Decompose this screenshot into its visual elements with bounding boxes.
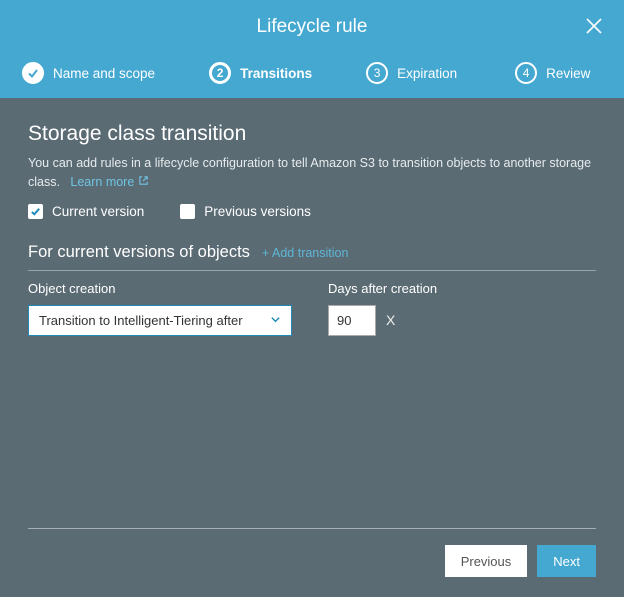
object-creation-column: Object creation Transition to Intelligen… (28, 281, 292, 336)
modal-footer: Previous Next (28, 528, 596, 597)
days-input[interactable] (328, 305, 376, 336)
subsection-title: For current versions of objects (28, 243, 250, 262)
step-number: 3 (366, 62, 388, 84)
close-icon (584, 23, 604, 40)
column-label: Days after creation (328, 281, 437, 296)
checkbox-label: Previous versions (204, 204, 311, 219)
section-title: Storage class transition (28, 122, 596, 146)
current-version-checkbox[interactable]: Current version (28, 204, 144, 219)
learn-more-label: Learn more (70, 173, 134, 192)
select-value: Transition to Intelligent-Tiering after (39, 313, 243, 328)
days-after-column: Days after creation X (328, 281, 437, 336)
add-transition-link[interactable]: + Add transition (262, 246, 349, 260)
step-review[interactable]: 4 Review (515, 62, 590, 84)
modal-body: Storage class transition You can add rul… (0, 98, 624, 597)
step-transitions[interactable]: 2 Transitions (209, 62, 312, 84)
modal-header: Lifecycle rule Name and scope 2 Transiti… (0, 0, 624, 98)
wizard-steps: Name and scope 2 Transitions 3 Expiratio… (0, 52, 624, 98)
checkbox-icon (180, 204, 195, 219)
checkbox-icon (28, 204, 43, 219)
step-number: 2 (209, 62, 231, 84)
step-label: Expiration (397, 66, 457, 81)
step-expiration[interactable]: 3 Expiration (366, 62, 457, 84)
next-button[interactable]: Next (537, 545, 596, 577)
lifecycle-rule-modal: Lifecycle rule Name and scope 2 Transiti… (0, 0, 624, 597)
checkbox-label: Current version (52, 204, 144, 219)
remove-transition-button[interactable]: X (386, 312, 395, 328)
version-checkboxes: Current version Previous versions (28, 204, 596, 219)
step-number: 4 (515, 62, 537, 84)
column-label: Object creation (28, 281, 292, 296)
step-name-and-scope[interactable]: Name and scope (22, 62, 155, 84)
checkmark-icon (22, 62, 44, 84)
step-label: Review (546, 66, 590, 81)
step-label: Name and scope (53, 66, 155, 81)
previous-button[interactable]: Previous (445, 545, 528, 577)
chevron-down-icon (270, 313, 281, 328)
days-input-row: X (328, 305, 437, 336)
close-button[interactable] (584, 16, 604, 41)
learn-more-link[interactable]: Learn more (70, 173, 149, 192)
step-label: Transitions (240, 66, 312, 81)
previous-versions-checkbox[interactable]: Previous versions (180, 204, 311, 219)
transition-select[interactable]: Transition to Intelligent-Tiering after (28, 305, 292, 336)
transition-row: Object creation Transition to Intelligen… (28, 281, 596, 336)
external-link-icon (138, 173, 149, 192)
subsection-header: For current versions of objects + Add tr… (28, 243, 596, 271)
section-description: You can add rules in a lifecycle configu… (28, 154, 596, 192)
modal-title: Lifecycle rule (0, 16, 624, 52)
